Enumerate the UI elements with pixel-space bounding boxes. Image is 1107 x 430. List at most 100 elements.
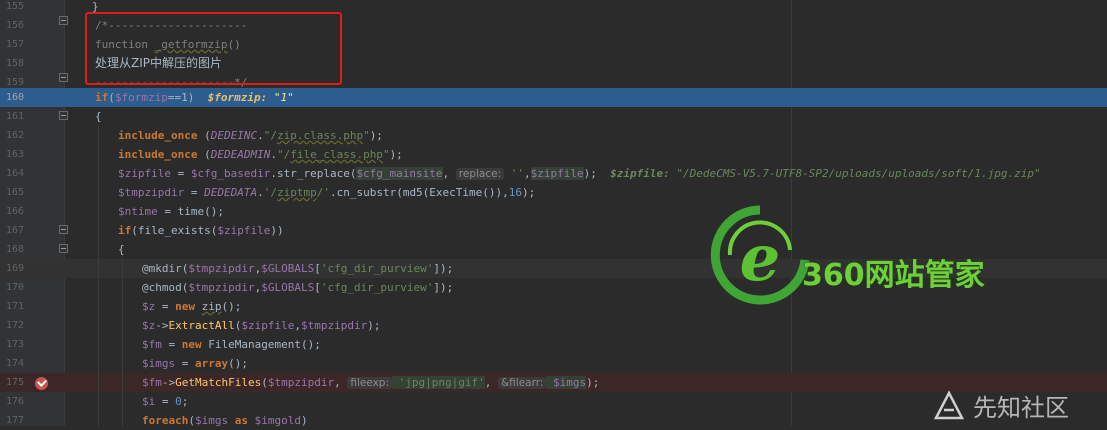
fold-toggle-icon[interactable] — [59, 73, 68, 82]
code-text: , — [442, 167, 456, 180]
variable: $z — [142, 300, 156, 313]
variable: $tmpzipdir — [267, 376, 335, 389]
code-line-execution-point[interactable]: 160 if($formzip==1) $formzip: "1" — [0, 88, 1107, 107]
keyword: foreach — [142, 414, 189, 427]
code-text: . — [257, 129, 264, 142]
variable: $imgs — [546, 376, 587, 389]
code-line[interactable]: 161 { — [0, 107, 1107, 126]
code-line[interactable]: 171 $z = new zip(); — [0, 297, 1107, 316]
variable: $zipfile — [241, 319, 295, 332]
line-number: 165 — [5, 187, 24, 198]
variable: $ntime — [118, 205, 158, 218]
code-text: { — [118, 243, 125, 256]
line-number: 161 — [5, 111, 24, 122]
constant: DEDEDATA — [204, 186, 258, 199]
line-number: 176 — [5, 396, 24, 407]
line-number: 163 — [5, 149, 24, 160]
code-text: ]); — [433, 262, 454, 275]
string: "/ — [276, 148, 291, 161]
code-line[interactable]: 172 $z->ExtractAll($zipfile,$tmpzipdir); — [0, 316, 1107, 335]
constant: DEDEINC — [210, 129, 258, 142]
code-line[interactable]: 165 $tmpzipdir = DEDEDATA.'/ziptmp/'.cn_… — [0, 183, 1107, 202]
code-text: ); — [389, 148, 403, 161]
code-text: FileManagement(); — [201, 338, 321, 351]
code-text: = — [161, 338, 182, 351]
code-text: ); — [369, 129, 383, 142]
code-text: @mkdir( — [142, 262, 189, 275]
string: 'cfg_dir_purview' — [320, 262, 434, 275]
code-text: , — [334, 376, 348, 389]
variable: $tmpzipdir — [188, 281, 255, 294]
line-number: 164 — [5, 168, 24, 179]
string: zip.class.php — [276, 129, 364, 142]
keyword: if — [95, 91, 109, 104]
code-text: ); — [586, 376, 600, 389]
variable: $imgold — [254, 414, 301, 427]
line-number: 158 — [5, 58, 24, 69]
line-number: 155 — [5, 1, 24, 12]
method-name: GetMatchFiles — [175, 376, 262, 389]
code-text: (file_exists( — [131, 224, 218, 237]
code-line[interactable]: 174 $imgs = array(); — [0, 354, 1107, 373]
fold-toggle-icon[interactable] — [59, 225, 68, 234]
string: '/ — [263, 186, 277, 199]
string: '' — [504, 167, 524, 180]
code-text: = — [184, 186, 205, 199]
string: /' — [316, 186, 330, 199]
variable: $cfg_basedir — [190, 167, 271, 180]
code-text: @chmod( — [142, 281, 189, 294]
fold-toggle-icon[interactable] — [59, 111, 68, 120]
line-number: 167 — [5, 225, 24, 236]
line-number: 162 — [5, 130, 24, 141]
parameter-hint: fileexp: — [347, 377, 393, 389]
string: ziptmp — [276, 186, 317, 199]
code-text: (); — [228, 357, 248, 370]
breakpoint-icon[interactable] — [35, 377, 48, 390]
code-line[interactable]: 162 include_once (DEDEINC."/zip.class.ph… — [0, 126, 1107, 145]
fold-toggle-icon[interactable] — [59, 244, 68, 253]
code-text: ; — [181, 395, 189, 408]
line-number: 160 — [5, 92, 24, 103]
variable: $tmpzipdir — [118, 186, 185, 199]
code-text: )) — [270, 224, 284, 237]
code-text: .cn_substr(md5(ExecTime()), — [329, 186, 509, 199]
code-line[interactable]: 173 $fm = new FileManagement(); — [0, 335, 1107, 354]
parameter-hint: replace: — [455, 168, 505, 180]
debug-value-name: $formzip: — [207, 91, 268, 104]
debug-value: "1" — [273, 91, 294, 104]
line-number: 170 — [5, 282, 24, 293]
code-text: , — [294, 319, 301, 332]
variable: $zipfile — [217, 224, 271, 237]
code-text: -> — [155, 319, 169, 332]
code-line[interactable]: 166 $ntime = time(); — [0, 202, 1107, 221]
code-line[interactable]: 163 include_once (DEDEADMIN."/file_class… — [0, 145, 1107, 164]
code-text: ]); — [433, 281, 454, 294]
code-line[interactable]: 164 $zipfile = $cfg_basedir.str_replace(… — [0, 164, 1107, 183]
fold-toggle-icon[interactable] — [59, 16, 68, 25]
keyword: include_once — [118, 148, 198, 161]
code-text: -> — [161, 376, 176, 389]
keyword: new — [175, 300, 195, 313]
code-text: .str_replace( — [270, 167, 357, 180]
variable: $fm — [142, 376, 162, 389]
code-text: ) — [300, 414, 308, 427]
line-number: 156 — [5, 20, 24, 31]
method-name: ExtractAll — [168, 319, 235, 332]
variable: $GLOBALS — [261, 262, 315, 275]
variable: $tmpzipdir — [300, 319, 368, 332]
code-text: = — [155, 395, 176, 408]
line-number: 173 — [5, 339, 24, 350]
string: "/ — [263, 129, 277, 142]
string: 'jpg|png|gif' — [392, 376, 485, 389]
code-text: = time(); — [157, 205, 224, 218]
line-number: 157 — [5, 39, 24, 50]
code-text: = — [155, 300, 176, 313]
variable: $cfg_mainsite — [356, 167, 443, 180]
code-text: = — [170, 167, 191, 180]
code-text: ( — [197, 129, 211, 142]
number: 16 — [508, 186, 523, 199]
line-number: 166 — [5, 206, 24, 217]
line-number: 175 — [5, 377, 24, 388]
code-line[interactable]: 167 if(file_exists($zipfile)) — [0, 221, 1107, 240]
